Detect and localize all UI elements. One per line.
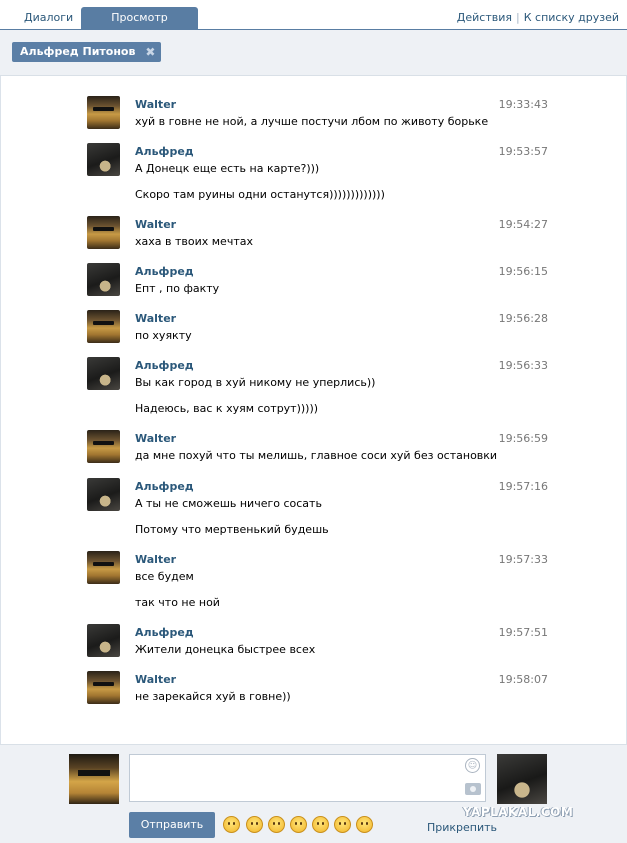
- message-author[interactable]: Walter: [135, 312, 176, 325]
- message-text: Скоро там руины одни останутся))))))))))…: [135, 188, 385, 201]
- message-time: 19:57:51: [498, 626, 548, 639]
- message-text: Надеюсь, вас к хуям сотрут))))): [135, 402, 319, 415]
- message-text: А ты не сможешь ничего сосать: [135, 497, 322, 510]
- avatar[interactable]: [87, 310, 120, 343]
- emoji-icon[interactable]: [246, 816, 263, 833]
- filter-bar: Альфред Питонов ✖: [0, 30, 627, 76]
- message-time: 19:33:43: [498, 98, 548, 111]
- tab-view-dialogs[interactable]: Просмотр диалогов: [81, 7, 198, 46]
- message-author[interactable]: Walter: [135, 553, 176, 566]
- close-icon[interactable]: ✖: [145, 42, 155, 62]
- message-author[interactable]: Альфред: [135, 265, 194, 278]
- tab-dialogs[interactable]: Диалоги: [14, 8, 83, 30]
- message-time: 19:58:07: [498, 673, 548, 686]
- message-time: 19:56:28: [498, 312, 548, 325]
- chip-label: Альфред Питонов: [20, 45, 136, 58]
- avatar[interactable]: [87, 143, 120, 176]
- attach-link[interactable]: Прикрепить: [427, 821, 497, 834]
- friends-list-link[interactable]: К списку друзей: [524, 11, 619, 24]
- message-text: Потому что мертвенький будешь: [135, 523, 329, 536]
- send-button[interactable]: Отправить: [129, 812, 215, 838]
- actions-link[interactable]: Действия: [457, 11, 512, 24]
- emoji-icon[interactable]: [268, 816, 285, 833]
- tab-bar: Диалоги Просмотр диалогов Действия | К спи…: [0, 0, 627, 46]
- emoji-icon[interactable]: [356, 816, 373, 833]
- message-author[interactable]: Walter: [135, 98, 176, 111]
- message-text: не зарекайся хуй в говне)): [135, 690, 291, 703]
- avatar[interactable]: [87, 478, 120, 511]
- avatar[interactable]: [87, 430, 120, 463]
- avatar[interactable]: [87, 671, 120, 704]
- avatar[interactable]: [87, 551, 120, 584]
- message-author[interactable]: Walter: [135, 673, 176, 686]
- avatar[interactable]: [69, 754, 119, 804]
- message-text: по хуякту: [135, 329, 192, 342]
- message-text: хаха в твоих мечтах: [135, 235, 253, 248]
- message-time: 19:57:16: [498, 480, 548, 493]
- message-input[interactable]: [129, 754, 486, 802]
- watermark: YAPLAKAL.COM: [463, 805, 574, 819]
- link-separator: |: [516, 11, 520, 24]
- avatar[interactable]: [87, 624, 120, 657]
- message-author[interactable]: Альфред: [135, 480, 194, 493]
- avatar[interactable]: [87, 263, 120, 296]
- message-time: 19:57:33: [498, 553, 548, 566]
- message-text: так что не ной: [135, 596, 220, 609]
- message-author[interactable]: Альфред: [135, 626, 194, 639]
- message-author[interactable]: Альфред: [135, 359, 194, 372]
- message-text: Жители донецка быстрее всех: [135, 643, 316, 656]
- contact-filter-chip[interactable]: Альфред Питонов ✖: [12, 42, 162, 62]
- message-feed[interactable]: Walter 19:33:43 хуй в говне не ной, а лу…: [0, 76, 627, 744]
- message-time: 19:56:33: [498, 359, 548, 372]
- message-time: 19:54:27: [498, 218, 548, 231]
- message-author[interactable]: Walter: [135, 432, 176, 445]
- avatar[interactable]: [87, 216, 120, 249]
- message-time: 19:53:57: [498, 145, 548, 158]
- message-time: 19:56:59: [498, 432, 548, 445]
- message-author[interactable]: Альфред: [135, 145, 194, 158]
- message-time: 19:56:15: [498, 265, 548, 278]
- message-text: Епт , по факту: [135, 282, 220, 295]
- avatar[interactable]: [87, 96, 120, 129]
- message-text: Вы как город в хуй никому не уперлись)): [135, 376, 376, 389]
- emoji-icon[interactable]: [290, 816, 307, 833]
- emoji-icon[interactable]: [223, 816, 240, 833]
- message-text: все будем: [135, 570, 194, 583]
- message-text: хуй в говне не ной, а лучше постучи лбом…: [135, 115, 489, 128]
- smile-icon[interactable]: ☺: [465, 758, 480, 773]
- emoji-icon[interactable]: [312, 816, 329, 833]
- camera-icon[interactable]: [465, 783, 481, 795]
- message-text: А Донецк еще есть на карте?))): [135, 162, 320, 175]
- message-composer: ☺ Отправить Прикрепить: [0, 744, 627, 843]
- emoji-icon[interactable]: [334, 816, 351, 833]
- avatar[interactable]: [497, 754, 547, 804]
- message-author[interactable]: Walter: [135, 218, 176, 231]
- top-links: Действия | К списку друзей: [457, 11, 619, 24]
- avatar[interactable]: [87, 357, 120, 390]
- message-text: да мне похуй что ты мелишь, главное соси…: [135, 449, 498, 462]
